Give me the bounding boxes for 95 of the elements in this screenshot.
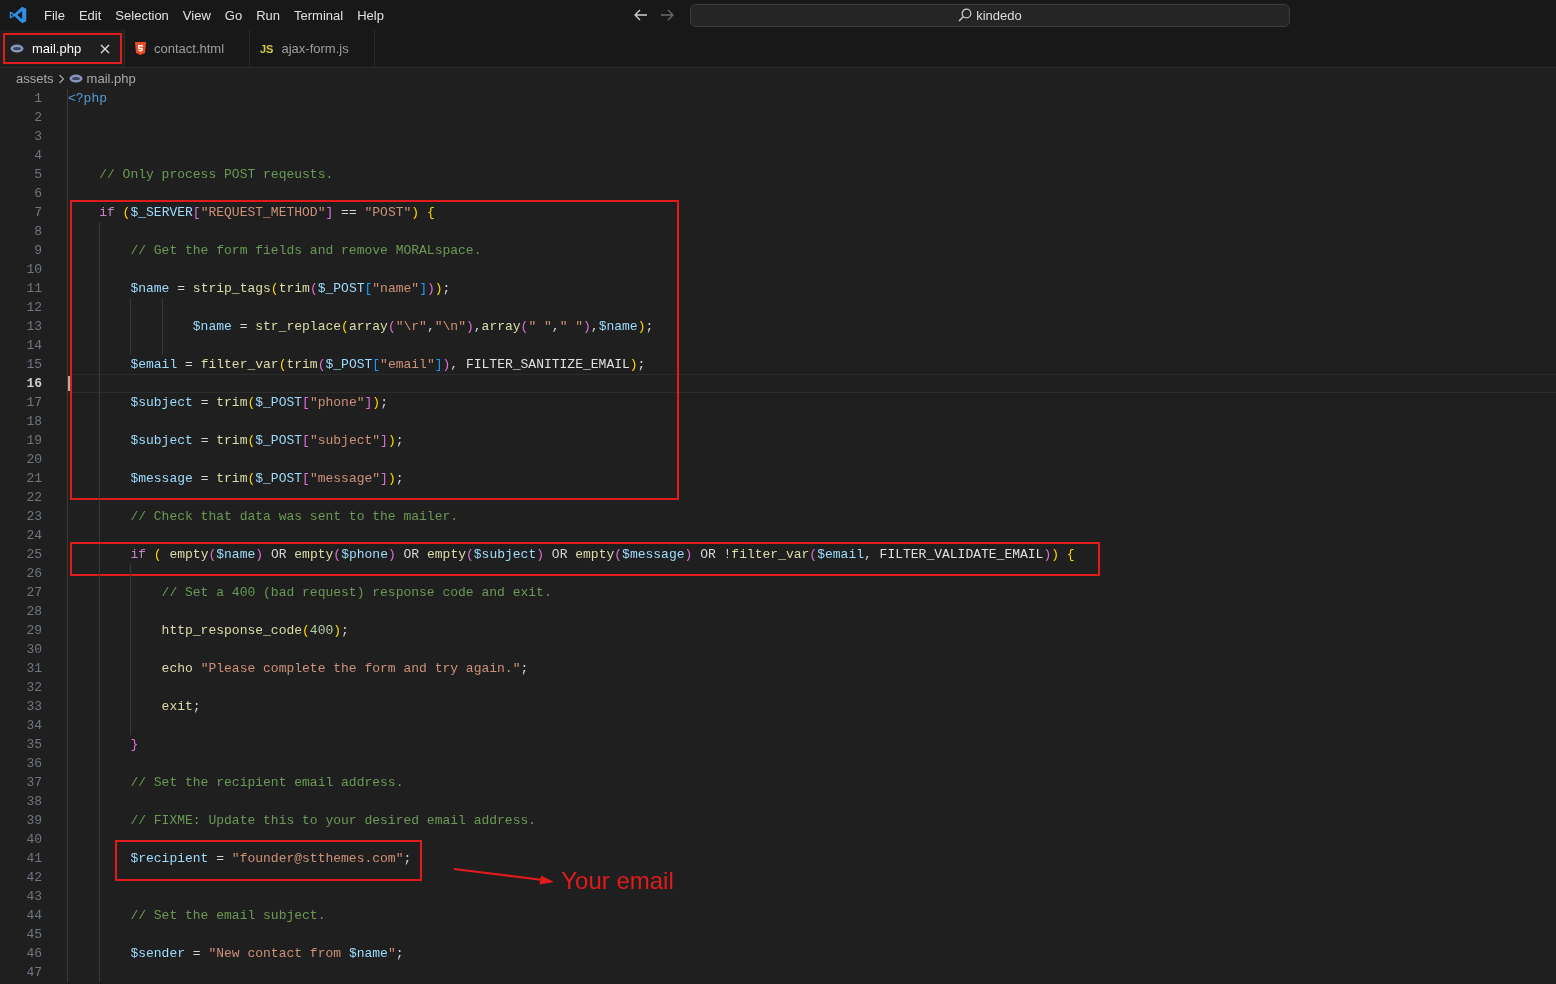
code-line: // Set a 400 (bad request) response code and exit. <box>160 585 552 600</box>
line-number: 34 <box>25 717 42 735</box>
code-line: // Only process POST reqeusts. <box>98 167 334 182</box>
line-number: 5 <box>33 166 42 184</box>
line-number: 27 <box>25 584 42 602</box>
line-number: 24 <box>25 527 42 545</box>
line-number: 47 <box>25 964 42 982</box>
line-number: 17 <box>25 394 42 412</box>
menu-item[interactable]: Selection <box>108 7 176 23</box>
code-line: http_response_code(400); <box>160 623 349 638</box>
menu-item[interactable]: Help <box>350 7 391 23</box>
line-number: 31 <box>25 660 42 678</box>
code-line: if ($_SERVER["REQUEST_METHOD"] == "POST") { <box>98 205 435 220</box>
menu-item[interactable]: File <box>37 7 72 23</box>
search-field[interactable]: kindedo <box>690 3 1290 27</box>
line-number: 11 <box>25 280 42 298</box>
menu-item[interactable]: Terminal <box>287 7 351 23</box>
back-arrow-icon[interactable] <box>634 9 648 21</box>
line-number: 35 <box>25 736 42 754</box>
line-number: 39 <box>25 812 42 830</box>
menu-item[interactable]: View <box>175 7 218 23</box>
editor-tab[interactable]: contact.html <box>125 30 250 67</box>
text-cursor <box>68 376 70 391</box>
line-number: 42 <box>25 869 42 887</box>
line-number: 13 <box>25 318 42 336</box>
line-number: 26 <box>25 565 42 583</box>
code-line: // FIXME: Update this to your desired email address. <box>129 813 537 828</box>
close-icon[interactable] <box>100 43 110 54</box>
line-number: 40 <box>25 831 42 849</box>
editor-tab[interactable]: mail.php <box>0 30 125 67</box>
line-number: 20 <box>25 451 42 469</box>
code-line: $subject = trim($_POST["phone"]); <box>129 395 388 410</box>
line-number: 19 <box>25 432 42 450</box>
line-number: 32 <box>25 679 42 697</box>
chevron-icon <box>57 73 65 84</box>
html-file-icon <box>135 42 146 55</box>
line-number: 43 <box>25 888 42 906</box>
php-file-icon <box>68 74 83 83</box>
menu-item[interactable]: Edit <box>71 7 109 23</box>
line-number: 4 <box>33 147 42 165</box>
code-line: $subject = trim($_POST["subject"]); <box>129 433 404 448</box>
code-line: $name = strip_tags(trim($_POST["name"])); <box>129 281 451 296</box>
menu-item[interactable]: Go <box>217 7 250 23</box>
breadcrumb-item[interactable]: mail.php <box>86 71 136 86</box>
search-icon <box>958 8 973 22</box>
line-number: 16 <box>25 375 42 393</box>
code-line: echo "Please complete the form and try again."; <box>160 661 529 676</box>
code-line: // Set the email subject. <box>129 908 326 923</box>
line-number: 25 <box>25 546 42 564</box>
code-line: $email = filter_var(trim($_POST["email"]), FILTER_SANITIZE_EMAIL); <box>129 357 646 372</box>
line-number: 6 <box>33 185 42 203</box>
line-number: 10 <box>25 261 42 279</box>
code-line: $recipient = "founder@stthemes.com"; <box>129 851 412 866</box>
line-number: 22 <box>25 489 42 507</box>
line-number: 9 <box>33 242 42 260</box>
line-number: 21 <box>25 470 42 488</box>
code-line: $sender = "New contact from $name"; <box>129 946 404 961</box>
code-line: } <box>129 737 139 752</box>
code-line: $message = trim($_POST["message"]); <box>129 471 404 486</box>
line-number: 8 <box>33 223 42 241</box>
code-line: $name = str_replace(array("\r","\n"),array(" "," "),$name); <box>191 319 654 334</box>
line-number: 37 <box>25 774 42 792</box>
forward-arrow-icon[interactable] <box>660 9 674 21</box>
line-number: 45 <box>25 926 42 944</box>
line-number: 3 <box>33 128 42 146</box>
code-line: <?php <box>68 91 107 106</box>
line-number: 36 <box>25 755 42 773</box>
line-number: 29 <box>25 622 42 640</box>
line-number: 7 <box>33 204 42 222</box>
line-number: 18 <box>25 413 42 431</box>
app-logo-icon <box>9 6 27 24</box>
php-file-icon <box>10 44 24 53</box>
line-number: 46 <box>25 945 42 963</box>
code-line: // Set the recipient email address. <box>129 775 404 790</box>
js-file-icon: JS <box>260 42 274 55</box>
line-number: 2 <box>33 109 42 127</box>
line-number: 1 <box>33 90 42 108</box>
editor-tab[interactable]: JS ajax-form.js <box>250 30 375 67</box>
annotation-label: Your email <box>561 867 674 895</box>
line-number: 38 <box>25 793 42 811</box>
menu-item[interactable]: Run <box>249 7 287 23</box>
code-line: exit; <box>160 699 201 714</box>
line-number: 44 <box>25 907 42 925</box>
code-line: // Get the form fields and remove MORALspace. <box>129 243 482 258</box>
line-number: 41 <box>25 850 42 868</box>
line-number: 33 <box>25 698 42 716</box>
line-number: 14 <box>25 337 42 355</box>
line-number: 15 <box>25 356 42 374</box>
line-number: 28 <box>25 603 42 621</box>
line-number: 23 <box>25 508 42 526</box>
line-number: 30 <box>25 641 42 659</box>
code-line: if ( empty($name) OR empty($phone) OR empty($subject) OR empty($message) OR !filter_var($email, FILTER_VALIDATE_EMAIL)) { <box>129 547 1075 562</box>
line-number: 12 <box>25 299 42 317</box>
breadcrumb-item[interactable]: assets <box>16 71 54 86</box>
code-line: // Check that data was sent to the mailer. <box>129 509 459 524</box>
